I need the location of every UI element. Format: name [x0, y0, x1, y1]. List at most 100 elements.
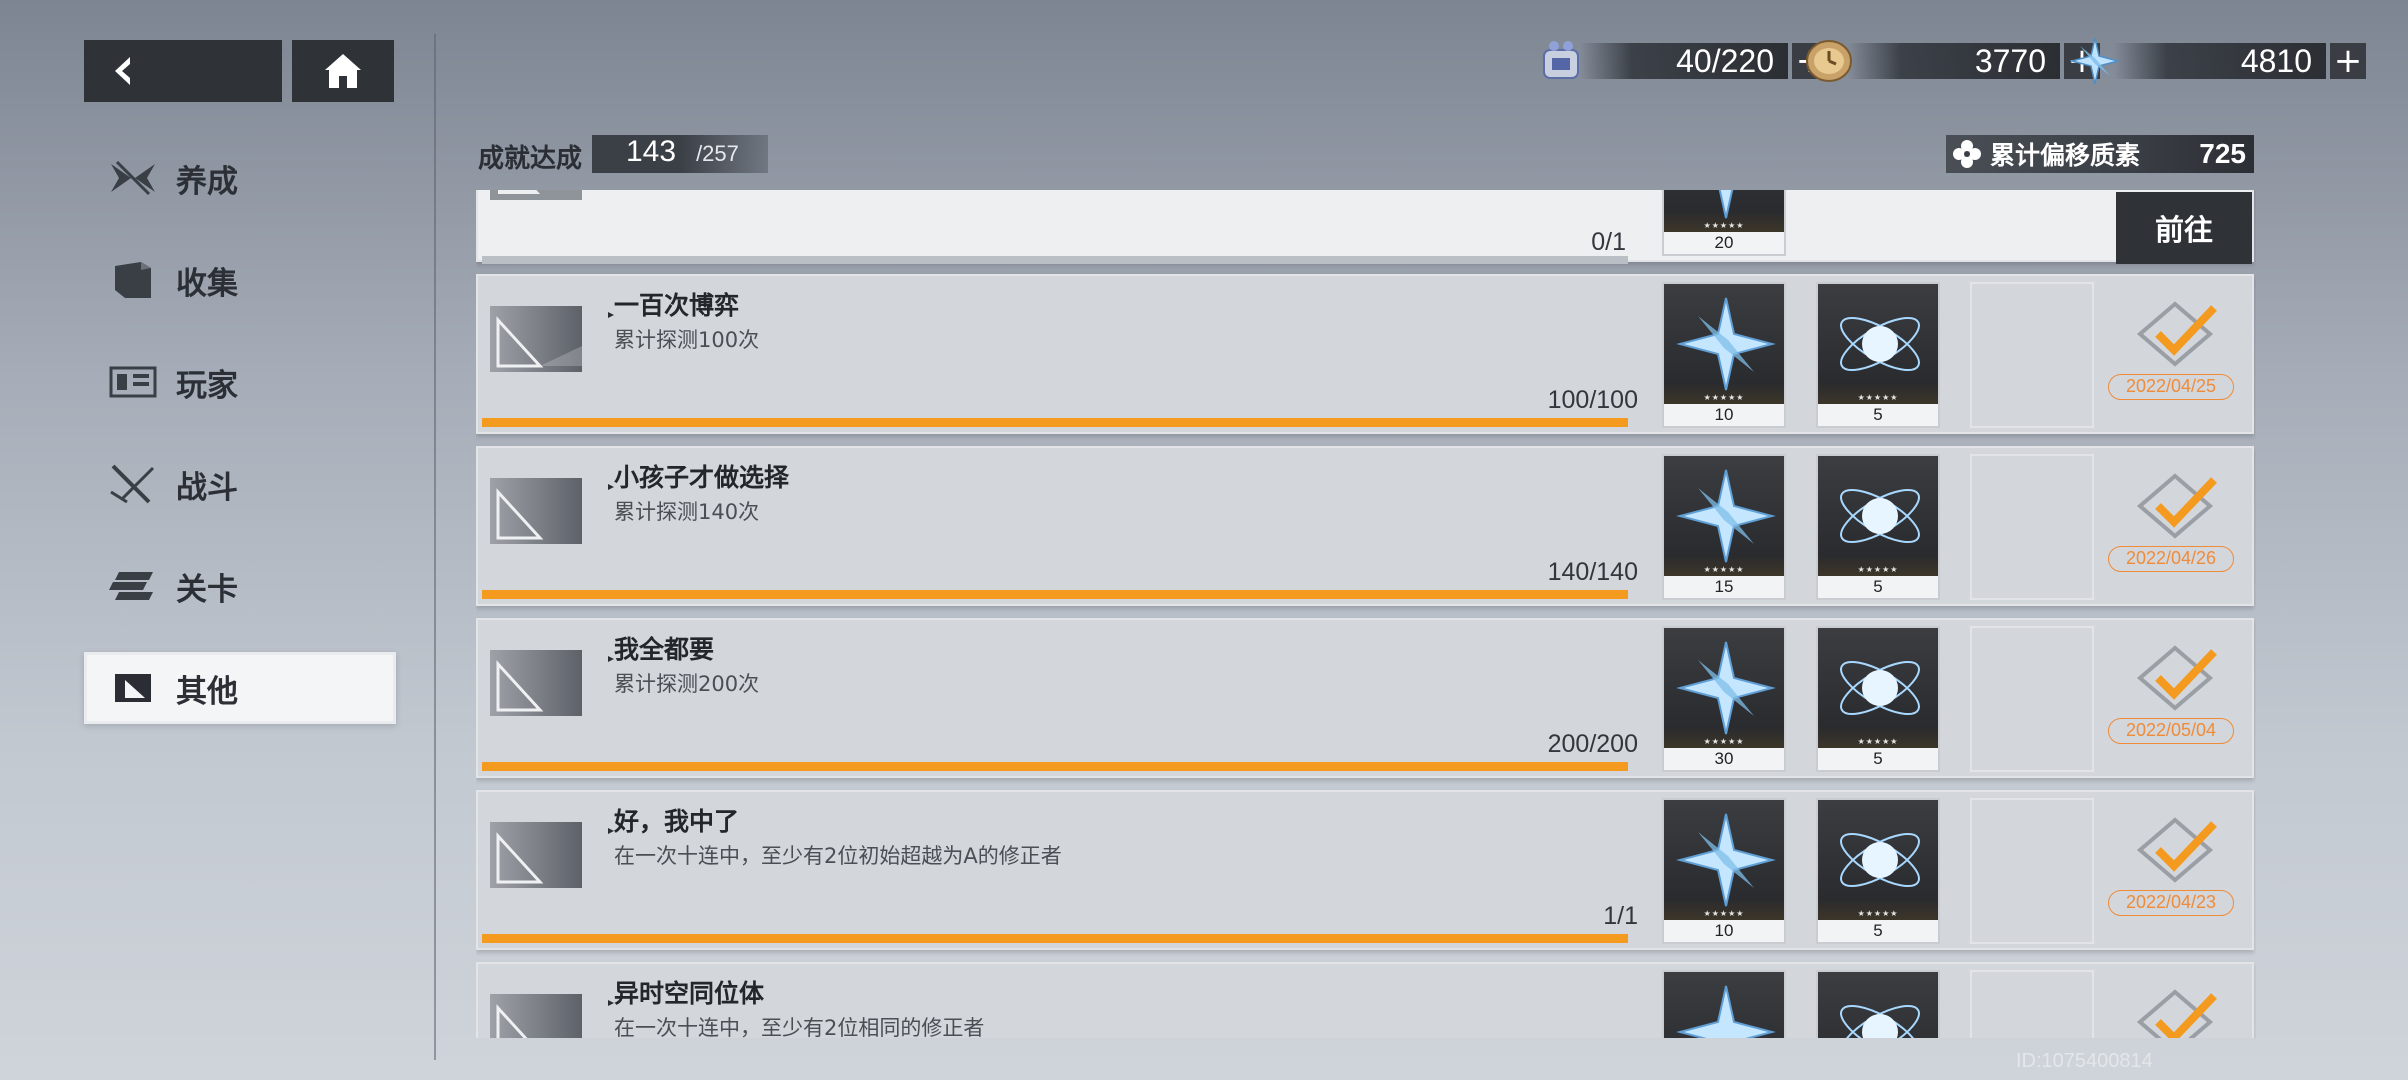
completion-date: 2022/04/25	[2108, 374, 2234, 400]
resource-crystal: 4810 +	[2070, 37, 2366, 85]
reward-item[interactable]: ★★★★★ 10	[1662, 282, 1786, 428]
reward-item[interactable]: ★★★★★ 5	[1816, 282, 1940, 428]
reward-item[interactable]	[1662, 970, 1786, 1038]
rarity-stars: ★★★★★	[1857, 737, 1899, 746]
book-icon	[108, 258, 158, 302]
sidebar-item-player[interactable]: 玩家	[84, 346, 396, 418]
sidebar-item-other[interactable]: 其他	[84, 652, 396, 724]
rarity-stars: ★★★★★	[1703, 221, 1745, 230]
rarity-stars: ★★★★★	[1857, 909, 1899, 918]
stamina-value: 40/220	[1580, 43, 1788, 79]
achievement-card: 异时空同位体 在一次十连中，至少有2位相同的修正者	[476, 962, 2254, 1038]
achievement-thumbnail-icon	[490, 822, 582, 888]
reward-item[interactable]: ★★★★★ 30	[1662, 626, 1786, 772]
crystal-value: 4810	[2114, 43, 2326, 79]
crystal-star-icon	[1676, 469, 1776, 563]
reward-item[interactable]: ★★★★★ 5	[1816, 798, 1940, 944]
reward-quantity: 20	[1664, 232, 1784, 254]
atom-orb-icon	[1840, 661, 1920, 715]
achievement-card: 我全都要 累计探测200次 200/200 ★★★★★ 30 ★★★★★ 5 2…	[476, 618, 2254, 778]
completion-date: 2022/04/26	[2108, 546, 2234, 572]
wings-icon	[108, 156, 158, 200]
completed-check-icon	[2136, 473, 2217, 539]
progress-bar-fill	[482, 934, 1628, 943]
coin-clock-icon	[1806, 40, 1852, 82]
progress-bar	[482, 590, 1628, 599]
reward-quantity: 10	[1664, 404, 1784, 426]
empty-reward-slot	[1970, 454, 2094, 600]
achievement-desc: 累计探测200次	[614, 672, 760, 696]
offset-quality-panel: 累计偏移质素 725	[1946, 135, 2254, 173]
progress-bar	[482, 418, 1628, 427]
rarity-stars: ★★★★★	[1703, 909, 1745, 918]
add-crystal-button[interactable]: +	[2330, 43, 2366, 79]
progress-text: 140/140	[1547, 558, 1638, 586]
achievement-desc: 在一次十连中，至少有2位相同的修正者	[614, 1016, 985, 1038]
achievement-thumbnail-icon	[490, 478, 582, 544]
reward-item[interactable]: ★★★★★ 5	[1816, 626, 1940, 772]
achievement-title: 好，我中了	[614, 807, 740, 836]
sidebar-item-cultivate[interactable]: 养成	[84, 142, 396, 214]
achievement-thumbnail-icon	[490, 650, 582, 716]
offset-quality-label: 累计偏移质素	[1990, 141, 2141, 170]
achievement-title: 我全都要	[614, 635, 715, 664]
total-count: /257	[696, 141, 739, 166]
empty-reward-slot	[1970, 626, 2094, 772]
completed-check-icon	[2136, 301, 2217, 367]
achievement-title: 异时空同位体	[614, 979, 765, 1008]
stack-icon	[108, 564, 158, 608]
crystal-star-icon	[1676, 297, 1776, 391]
reward-item[interactable]: ★★★★★ 10	[1662, 798, 1786, 944]
sidebar-item-label: 收集	[176, 265, 238, 302]
crystal-star-icon	[1676, 813, 1776, 907]
completed-check-icon	[2136, 645, 2217, 711]
resource-stamina: 40/220 +	[1536, 38, 1828, 84]
achievement-list[interactable]: 0/1 ★★★★★ 20 前往 一百次博弈 累计探测100次 100/100 ★…	[476, 190, 2256, 1038]
rarity-stars: ★★★★★	[1703, 393, 1745, 402]
sidebar-item-battle[interactable]: 战斗	[84, 448, 396, 520]
sidebar-item-label: 其他	[176, 673, 238, 710]
achievement-card: 好，我中了 在一次十连中，至少有2位初始超越为A的修正者 1/1 ★★★★★ 1…	[476, 790, 2254, 950]
achievement-label: 成就达成	[478, 144, 583, 174]
progress-bar-fill	[482, 590, 1628, 599]
sidebar-item-collect[interactable]: 收集	[84, 244, 396, 316]
reward-item[interactable]: ★★★★★ 5	[1816, 454, 1940, 600]
achievement-card: 小孩子才做选择 累计探测140次 140/140 ★★★★★ 15 ★★★★★ …	[476, 446, 2254, 606]
stamina-device-icon	[1543, 41, 1579, 79]
achievement-desc: 在一次十连中，至少有2位初始超越为A的修正者	[614, 844, 1062, 868]
clover-icon	[1953, 140, 1981, 168]
progress-bar-fill	[482, 762, 1628, 771]
id-card-icon	[108, 360, 158, 404]
crystal-star-icon	[2070, 37, 2120, 85]
achievement-card: 0/1 ★★★★★ 20 前往	[476, 190, 2254, 264]
reward-item[interactable]: ★★★★★ 20	[1662, 190, 1786, 256]
triangle-square-icon	[108, 666, 158, 710]
reward-item[interactable]	[1816, 970, 1940, 1038]
completion-date: 2022/04/23	[2108, 890, 2234, 916]
sidebar-item-label: 玩家	[176, 367, 238, 404]
reward-quantity: 5	[1818, 404, 1938, 426]
reward-quantity: 5	[1818, 748, 1938, 770]
user-id: ID:1075400814	[2016, 1050, 2153, 1072]
atom-orb-icon	[1840, 833, 1920, 887]
achievement-thumbnail-icon	[490, 994, 582, 1038]
home-button[interactable]	[292, 40, 394, 102]
achievement-thumbnail-icon	[490, 190, 582, 200]
progress-bar	[482, 256, 1628, 264]
reward-quantity: 15	[1664, 576, 1784, 598]
empty-reward-slot	[1970, 282, 2094, 428]
sidebar-item-label: 战斗	[176, 469, 238, 506]
rarity-stars: ★★★★★	[1857, 565, 1899, 574]
achievement-thumbnail-icon	[490, 306, 582, 372]
goto-button[interactable]: 前往	[2116, 192, 2252, 264]
achieved-count: 143	[626, 135, 677, 168]
sidebar-item-label: 养成	[176, 163, 238, 200]
sidebar-divider	[434, 34, 436, 1060]
reward-item[interactable]: ★★★★★ 15	[1662, 454, 1786, 600]
progress-bar	[482, 934, 1628, 943]
resource-coin: 3770 +	[1804, 38, 2100, 84]
completed-check-icon	[2136, 817, 2217, 883]
reward-quantity: 5	[1818, 576, 1938, 598]
back-button[interactable]	[84, 40, 282, 102]
sidebar-item-stage[interactable]: 关卡	[84, 550, 396, 622]
